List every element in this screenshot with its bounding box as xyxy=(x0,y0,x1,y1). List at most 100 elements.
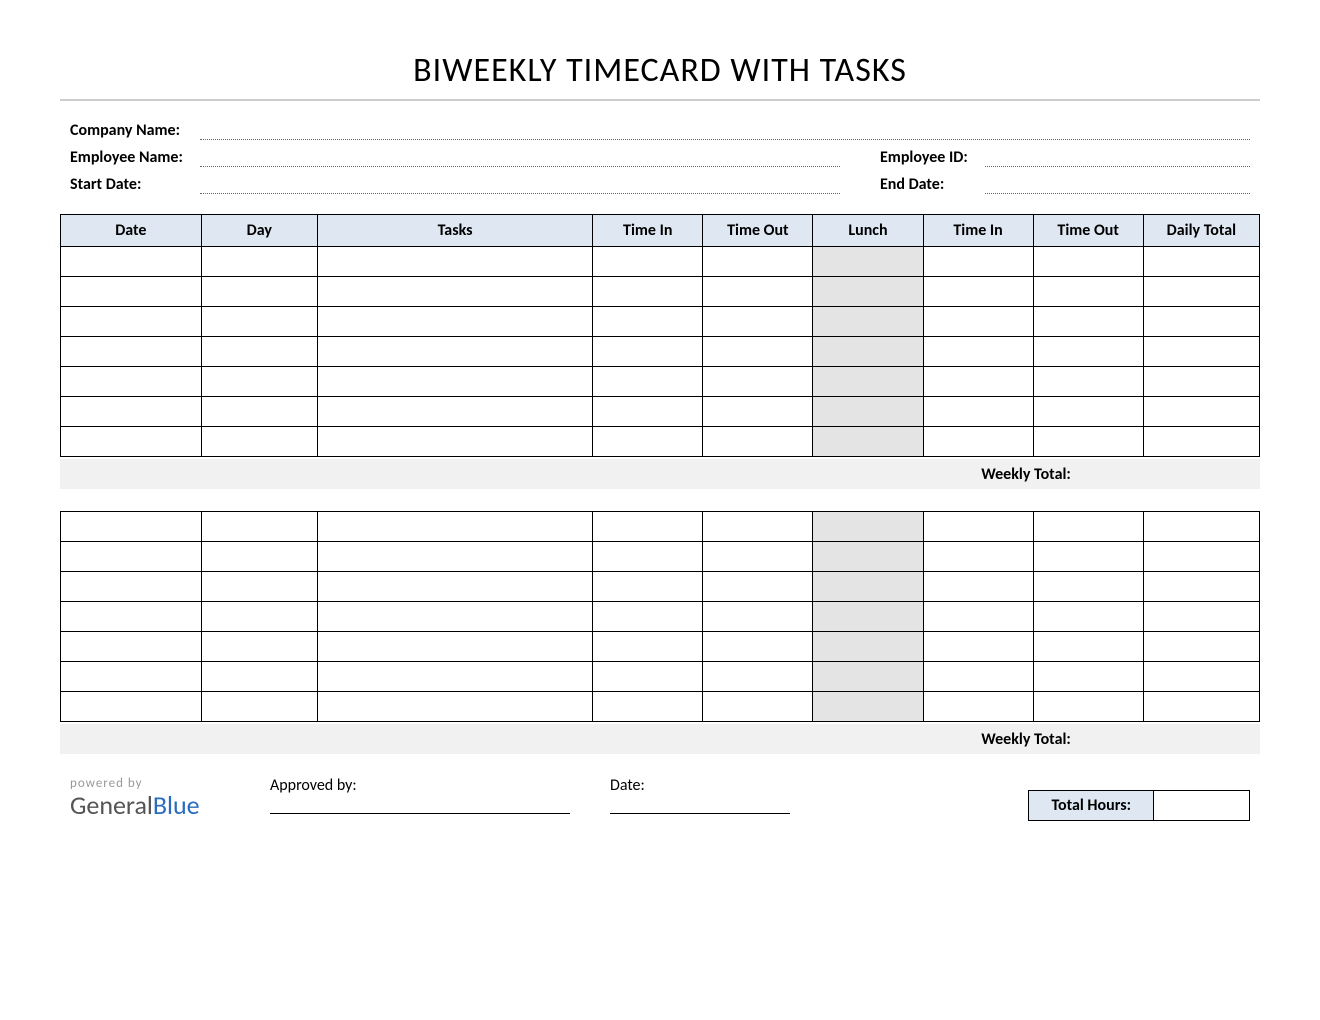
cell-lunch[interactable] xyxy=(813,542,923,572)
cell-day[interactable] xyxy=(201,692,317,722)
end-date-field[interactable] xyxy=(985,176,1250,194)
cell-time-in-2[interactable] xyxy=(923,632,1033,662)
cell-tasks[interactable] xyxy=(317,367,592,397)
cell-tasks[interactable] xyxy=(317,397,592,427)
cell-time-out-1[interactable] xyxy=(703,602,813,632)
cell-time-in-2[interactable] xyxy=(923,692,1033,722)
cell-lunch[interactable] xyxy=(813,397,923,427)
cell-lunch[interactable] xyxy=(813,662,923,692)
cell-time-out-1[interactable] xyxy=(703,692,813,722)
cell-lunch[interactable] xyxy=(813,512,923,542)
cell-date[interactable] xyxy=(61,337,202,367)
cell-tasks[interactable] xyxy=(317,277,592,307)
cell-daily-total[interactable] xyxy=(1143,427,1259,457)
cell-time-out-2[interactable] xyxy=(1033,427,1143,457)
cell-time-in-2[interactable] xyxy=(923,277,1033,307)
cell-lunch[interactable] xyxy=(813,602,923,632)
employee-name-field[interactable] xyxy=(200,149,840,167)
cell-time-in-2[interactable] xyxy=(923,542,1033,572)
cell-time-in-1[interactable] xyxy=(593,277,703,307)
cell-time-out-1[interactable] xyxy=(703,397,813,427)
cell-date[interactable] xyxy=(61,662,202,692)
cell-time-out-2[interactable] xyxy=(1033,277,1143,307)
approved-by-line[interactable] xyxy=(270,813,570,814)
cell-time-out-2[interactable] xyxy=(1033,632,1143,662)
cell-day[interactable] xyxy=(201,247,317,277)
cell-day[interactable] xyxy=(201,277,317,307)
cell-lunch[interactable] xyxy=(813,337,923,367)
cell-daily-total[interactable] xyxy=(1143,512,1259,542)
cell-date[interactable] xyxy=(61,247,202,277)
cell-time-in-2[interactable] xyxy=(923,662,1033,692)
cell-daily-total[interactable] xyxy=(1143,572,1259,602)
cell-time-in-2[interactable] xyxy=(923,337,1033,367)
cell-time-out-2[interactable] xyxy=(1033,397,1143,427)
cell-date[interactable] xyxy=(61,397,202,427)
cell-daily-total[interactable] xyxy=(1143,247,1259,277)
cell-time-in-1[interactable] xyxy=(593,247,703,277)
cell-tasks[interactable] xyxy=(317,602,592,632)
cell-daily-total[interactable] xyxy=(1143,337,1259,367)
cell-time-out-2[interactable] xyxy=(1033,572,1143,602)
cell-lunch[interactable] xyxy=(813,572,923,602)
cell-time-out-1[interactable] xyxy=(703,542,813,572)
cell-time-out-1[interactable] xyxy=(703,662,813,692)
cell-date[interactable] xyxy=(61,632,202,662)
cell-lunch[interactable] xyxy=(813,632,923,662)
cell-day[interactable] xyxy=(201,632,317,662)
cell-daily-total[interactable] xyxy=(1143,602,1259,632)
cell-time-out-1[interactable] xyxy=(703,247,813,277)
cell-daily-total[interactable] xyxy=(1143,692,1259,722)
cell-date[interactable] xyxy=(61,307,202,337)
cell-time-in-1[interactable] xyxy=(593,602,703,632)
cell-tasks[interactable] xyxy=(317,427,592,457)
cell-time-in-1[interactable] xyxy=(593,662,703,692)
cell-lunch[interactable] xyxy=(813,277,923,307)
cell-time-in-1[interactable] xyxy=(593,542,703,572)
cell-day[interactable] xyxy=(201,397,317,427)
cell-time-in-2[interactable] xyxy=(923,307,1033,337)
cell-day[interactable] xyxy=(201,542,317,572)
cell-time-out-1[interactable] xyxy=(703,512,813,542)
footer-date-line[interactable] xyxy=(610,813,790,814)
start-date-field[interactable] xyxy=(200,176,840,194)
cell-time-in-1[interactable] xyxy=(593,572,703,602)
cell-tasks[interactable] xyxy=(317,307,592,337)
cell-day[interactable] xyxy=(201,427,317,457)
cell-time-in-2[interactable] xyxy=(923,427,1033,457)
cell-time-out-2[interactable] xyxy=(1033,662,1143,692)
cell-lunch[interactable] xyxy=(813,247,923,277)
cell-time-in-2[interactable] xyxy=(923,367,1033,397)
company-name-field[interactable] xyxy=(200,122,1250,140)
cell-date[interactable] xyxy=(61,692,202,722)
cell-tasks[interactable] xyxy=(317,572,592,602)
cell-daily-total[interactable] xyxy=(1143,632,1259,662)
cell-time-out-2[interactable] xyxy=(1033,692,1143,722)
cell-time-out-2[interactable] xyxy=(1033,367,1143,397)
cell-day[interactable] xyxy=(201,572,317,602)
cell-date[interactable] xyxy=(61,572,202,602)
cell-date[interactable] xyxy=(61,602,202,632)
cell-daily-total[interactable] xyxy=(1143,397,1259,427)
cell-time-in-2[interactable] xyxy=(923,512,1033,542)
cell-tasks[interactable] xyxy=(317,662,592,692)
cell-daily-total[interactable] xyxy=(1143,307,1259,337)
cell-time-out-1[interactable] xyxy=(703,427,813,457)
cell-time-in-2[interactable] xyxy=(923,247,1033,277)
cell-time-in-1[interactable] xyxy=(593,397,703,427)
cell-day[interactable] xyxy=(201,367,317,397)
cell-daily-total[interactable] xyxy=(1143,542,1259,572)
cell-time-out-1[interactable] xyxy=(703,632,813,662)
cell-day[interactable] xyxy=(201,602,317,632)
cell-time-out-2[interactable] xyxy=(1033,512,1143,542)
cell-time-in-1[interactable] xyxy=(593,367,703,397)
cell-time-out-1[interactable] xyxy=(703,572,813,602)
cell-date[interactable] xyxy=(61,542,202,572)
cell-time-in-1[interactable] xyxy=(593,692,703,722)
cell-time-out-2[interactable] xyxy=(1033,247,1143,277)
cell-tasks[interactable] xyxy=(317,692,592,722)
cell-time-in-1[interactable] xyxy=(593,512,703,542)
cell-time-out-2[interactable] xyxy=(1033,542,1143,572)
cell-lunch[interactable] xyxy=(813,427,923,457)
cell-time-in-2[interactable] xyxy=(923,602,1033,632)
